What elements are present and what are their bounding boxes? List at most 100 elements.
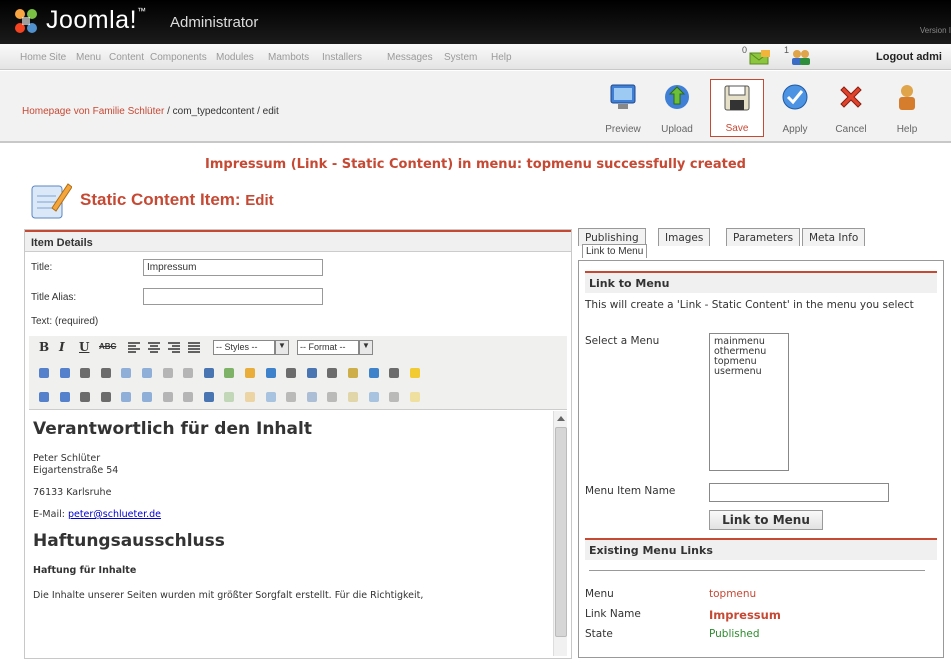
split-cell-icon[interactable] <box>305 390 319 404</box>
row-props-icon[interactable] <box>243 390 257 404</box>
flash-icon[interactable] <box>181 390 195 404</box>
menu-option[interactable]: usermenu <box>714 367 784 377</box>
link-to-menu-button[interactable]: Link to Menu <box>709 510 823 530</box>
email-link[interactable]: peter@schlueter.de <box>68 509 161 520</box>
editor-scrollbar[interactable] <box>553 411 567 656</box>
special-char-icon[interactable] <box>140 390 154 404</box>
numbered-list-icon[interactable] <box>58 366 72 380</box>
insert-row-icon[interactable] <box>264 390 278 404</box>
menu-item-menu[interactable]: Menu <box>76 52 101 63</box>
image-icon[interactable] <box>222 366 236 380</box>
title-field[interactable]: Impressum <box>143 259 323 276</box>
anchor-icon[interactable] <box>202 366 216 380</box>
outdent-icon[interactable] <box>78 366 92 380</box>
help-icon[interactable] <box>264 366 278 380</box>
superscript-icon[interactable] <box>119 390 133 404</box>
link-name-label: Link Name <box>585 608 641 620</box>
menu-item-name-field[interactable] <box>709 483 889 502</box>
italic-button[interactable]: I <box>59 340 65 354</box>
tab-link-to-menu[interactable]: Link to Menu <box>582 244 648 258</box>
merge-cell-icon[interactable] <box>325 390 339 404</box>
menu-item-components[interactable]: Components <box>150 52 207 63</box>
subscript-icon[interactable] <box>99 390 113 404</box>
col-props-icon[interactable] <box>346 390 360 404</box>
menu-item-installers[interactable]: Installers <box>322 52 362 63</box>
fullscreen-icon[interactable] <box>408 390 422 404</box>
preview-icon <box>596 82 650 112</box>
existing-menu-links-heading: Existing Menu Links <box>585 538 937 560</box>
menu-item-content[interactable]: Content <box>109 52 144 63</box>
spellcheck-icon[interactable] <box>346 366 360 380</box>
tab-parameters[interactable]: Parameters <box>726 228 801 246</box>
help-button[interactable]: Help <box>880 79 934 137</box>
visual-aid-icon[interactable] <box>78 390 92 404</box>
state-value: Published <box>709 628 760 640</box>
align-right-icon[interactable] <box>167 341 181 355</box>
format-dropdown[interactable]: -- Format -- <box>297 340 359 355</box>
logout-link[interactable]: Logout admi <box>876 51 942 63</box>
menu-item-help[interactable]: Help <box>491 52 512 63</box>
title-alias-field[interactable] <box>143 288 323 305</box>
menu-item-system[interactable]: System <box>444 52 477 63</box>
tab-meta-info[interactable]: Meta Info <box>802 228 866 246</box>
bullet-list-icon[interactable] <box>37 366 51 380</box>
remove-format-icon[interactable] <box>58 390 72 404</box>
chevron-down-icon[interactable]: ▼ <box>359 340 373 355</box>
menu-item-site[interactable]: Site <box>49 52 66 63</box>
search-icon[interactable] <box>305 366 319 380</box>
strikethrough-button[interactable]: ABC <box>99 342 116 351</box>
editor-content-area[interactable]: Verantwortlich für den Inhalt Peter Schl… <box>29 411 553 656</box>
bold-button[interactable]: B <box>39 340 49 354</box>
html-icon[interactable] <box>284 366 298 380</box>
redo-icon[interactable] <box>140 366 154 380</box>
preview-button[interactable]: Preview <box>596 79 650 137</box>
unlink-icon[interactable] <box>181 366 195 380</box>
save-button[interactable]: Save <box>710 79 764 137</box>
align-justify-icon[interactable] <box>187 341 201 355</box>
cleanup-icon[interactable] <box>243 366 257 380</box>
content-heading-2: Haftungsausschluss <box>33 531 225 551</box>
brand-name: Joomla!™ <box>46 6 147 34</box>
menu-value: topmenu <box>709 588 757 600</box>
date-icon[interactable] <box>367 366 381 380</box>
table-icon[interactable] <box>222 390 236 404</box>
menu-item-messages[interactable]: Messages <box>387 52 433 63</box>
page-title: Static Content Item: Edit <box>80 190 274 209</box>
delete-row-icon[interactable] <box>284 390 298 404</box>
select-menu-label: Select a Menu <box>585 335 660 347</box>
breadcrumb-site-link[interactable]: Homepage von Familie Schlüter <box>22 106 164 117</box>
undo-icon[interactable] <box>119 366 133 380</box>
insert-col-icon[interactable] <box>367 390 381 404</box>
indent-icon[interactable] <box>99 366 113 380</box>
horizontal-rule-icon[interactable] <box>37 390 51 404</box>
align-left-icon[interactable] <box>127 341 141 355</box>
menu-item-modules[interactable]: Modules <box>216 52 254 63</box>
insert-hr-icon[interactable] <box>161 390 175 404</box>
apply-button[interactable]: Apply <box>768 79 822 137</box>
align-center-icon[interactable] <box>147 341 161 355</box>
item-details-heading: Item Details <box>25 230 571 252</box>
underline-button[interactable]: U <box>79 340 89 354</box>
replace-icon[interactable] <box>325 366 339 380</box>
menu-item-mambots[interactable]: Mambots <box>268 52 309 63</box>
edit-icon[interactable] <box>202 390 216 404</box>
chevron-down-icon[interactable]: ▼ <box>275 340 289 355</box>
emoticon-icon[interactable] <box>408 366 422 380</box>
styles-dropdown[interactable]: -- Styles -- <box>213 340 275 355</box>
time-icon[interactable] <box>387 366 401 380</box>
cancel-button[interactable]: Cancel <box>824 79 878 137</box>
menu-select-list[interactable]: mainmenu othermenu topmenu usermenu <box>709 333 789 471</box>
state-label: State <box>585 628 613 640</box>
editor-toolbar: B I U ABC -- Styles -- ▼ -- Format -- ▼ <box>29 336 567 410</box>
delete-col-icon[interactable] <box>387 390 401 404</box>
link-icon[interactable] <box>161 366 175 380</box>
menu-item-home[interactable]: Home <box>20 52 47 63</box>
tab-images[interactable]: Images <box>658 228 711 246</box>
mail-icon[interactable] <box>748 48 772 66</box>
divider <box>589 570 925 571</box>
upload-button[interactable]: Upload <box>650 79 704 137</box>
text-label: Text: (required) <box>31 316 99 327</box>
users-icon[interactable] <box>790 48 812 66</box>
link-name-value[interactable]: Impressum <box>709 608 781 622</box>
path-toolbar-bar: Homepage von Familie Schlüter / com_type… <box>0 71 951 143</box>
